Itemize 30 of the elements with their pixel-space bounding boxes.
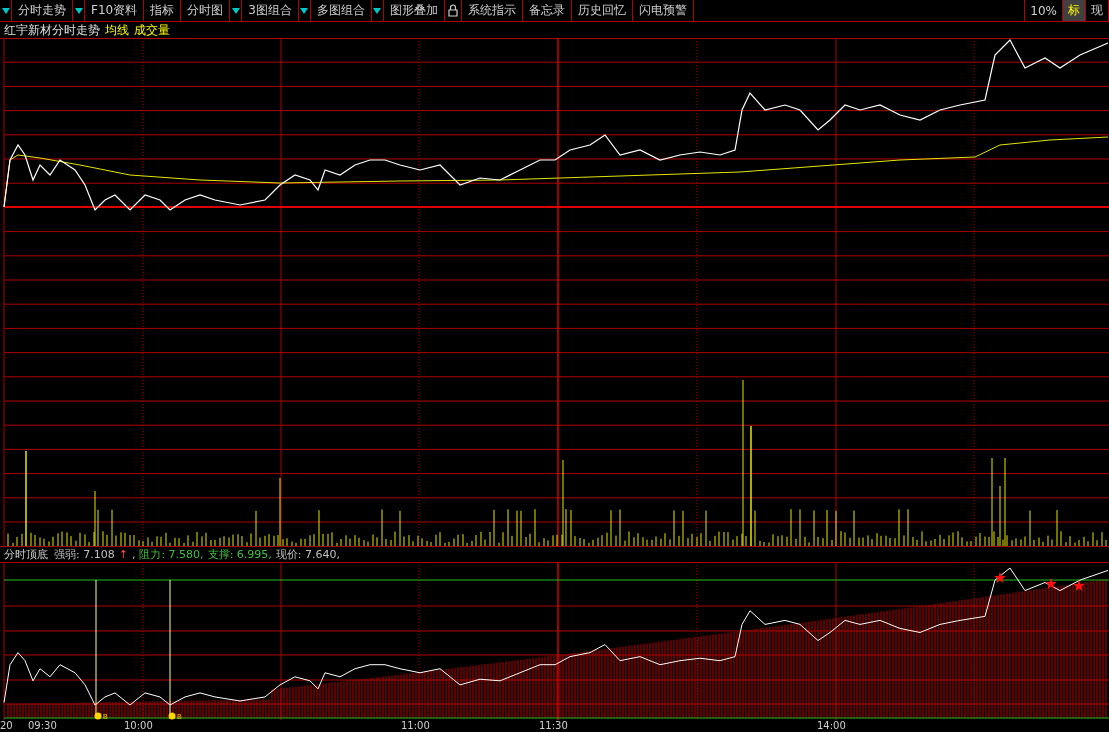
time-label: 20: [0, 720, 13, 732]
star-icon: [1073, 580, 1085, 591]
time-label: 14:00: [817, 720, 846, 732]
indicator-value: 强弱: 7.108: [54, 547, 115, 562]
indicator-value: 阻力: 7.580,: [139, 547, 204, 562]
mode-tab[interactable]: 标: [1063, 0, 1086, 21]
time-label: 11:30: [539, 720, 568, 732]
indicator-value: ,: [131, 548, 136, 561]
up-arrow: ↑: [118, 548, 128, 561]
legend-label: 均线: [105, 21, 129, 39]
buy-dot-icon: [168, 712, 176, 720]
lock-icon: [447, 4, 458, 17]
dropdown-button[interactable]: [298, 0, 311, 21]
chart-title: 红宇新材分时走势: [4, 21, 100, 39]
star-icon: [994, 572, 1006, 583]
dropdown-button[interactable]: [371, 0, 384, 21]
indicator-name: 分时顶底: [4, 547, 48, 562]
triangle-icon: [1, 6, 10, 15]
star-icon: [1045, 578, 1057, 589]
time-label: 10:00: [124, 720, 153, 732]
legend-label: 成交量: [134, 21, 170, 39]
time-label: 09:30: [28, 720, 57, 732]
buy-dot-icon: [94, 712, 102, 720]
triangle-icon: [373, 6, 382, 15]
triangle-icon: [231, 6, 240, 15]
indicator-value: 支撑: 6.995,: [207, 547, 272, 562]
triangle-icon: [300, 6, 309, 15]
triangle-icon: [74, 6, 83, 15]
time-label: 11:00: [401, 720, 430, 732]
indicator-value: 现价: 7.640,: [275, 547, 341, 562]
